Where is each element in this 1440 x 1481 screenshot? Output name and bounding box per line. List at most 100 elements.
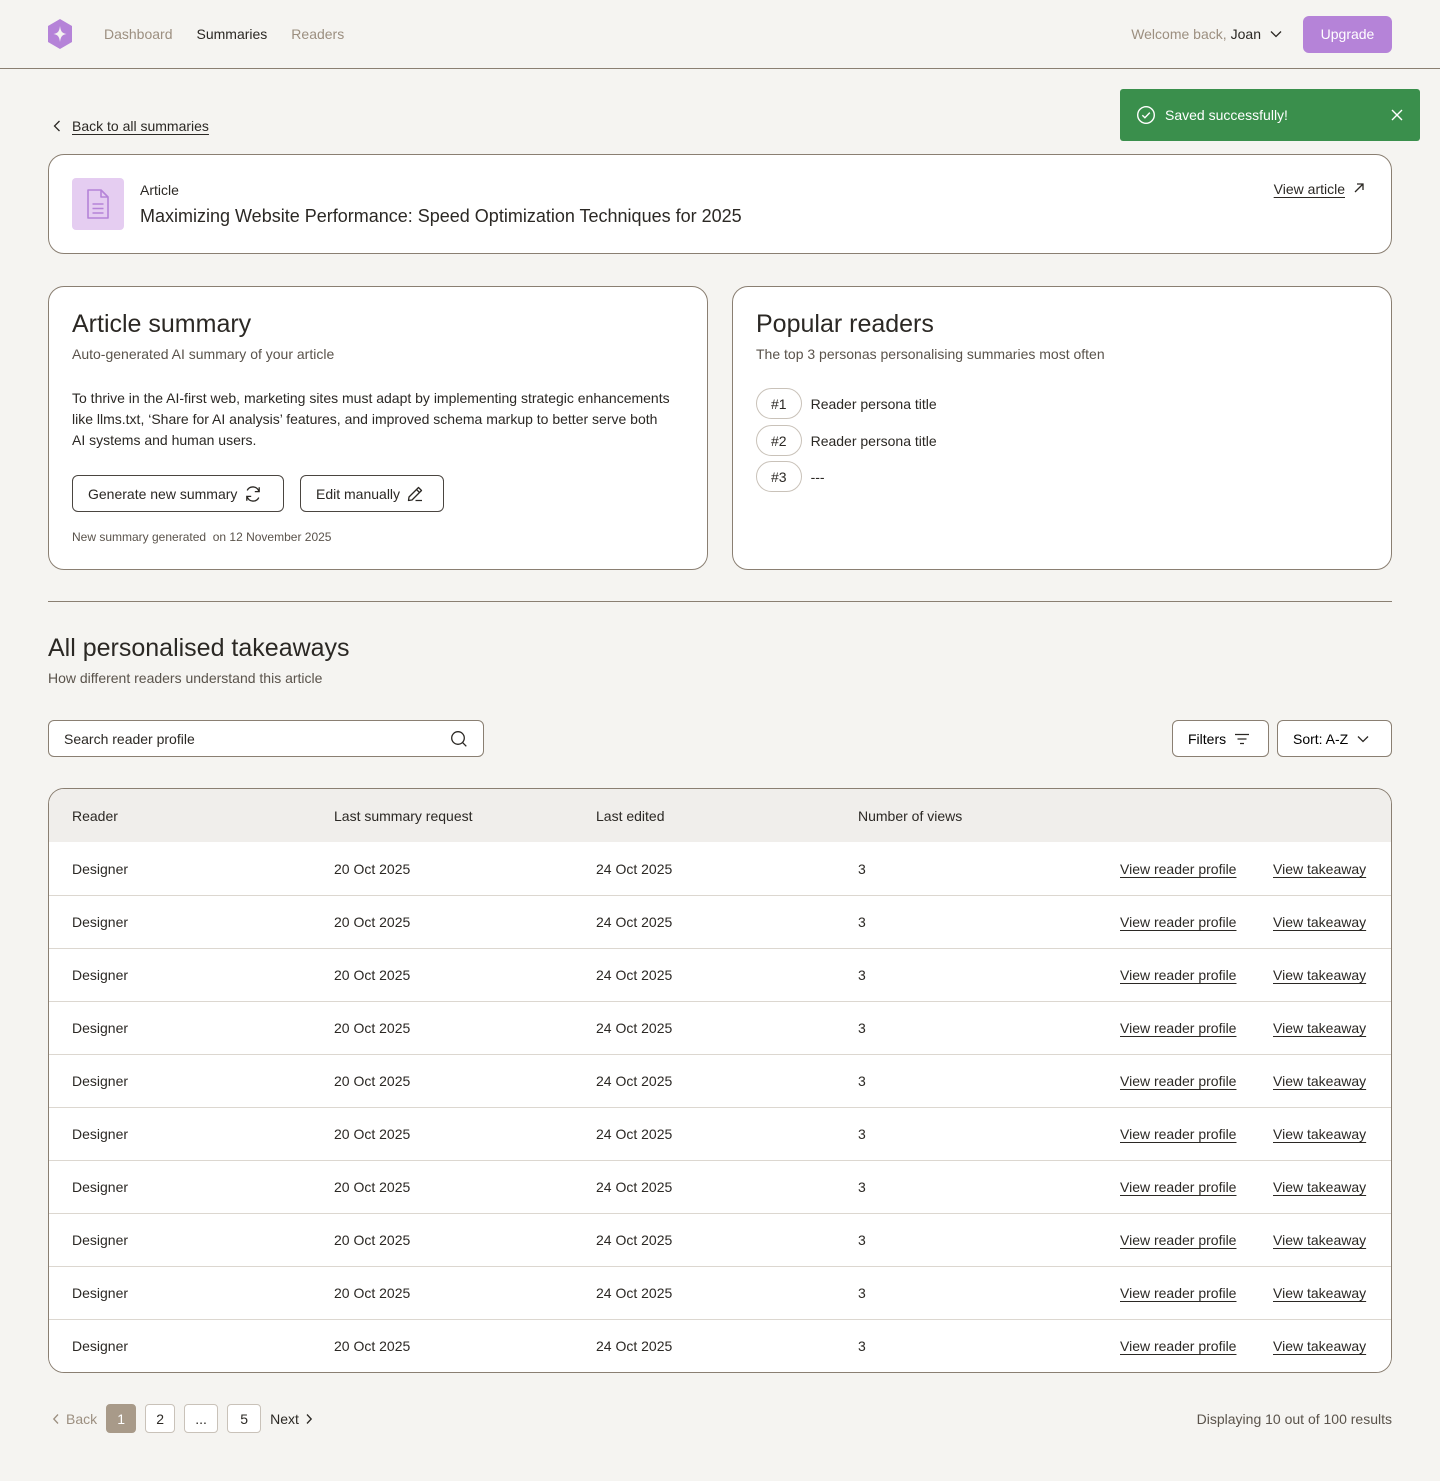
page-button-5[interactable]: 5 [227,1404,262,1433]
view-takeaway-link[interactable]: View takeaway [1273,1126,1366,1142]
table-row: Designer 20 Oct 2025 24 Oct 2025 3 View read… [49,895,1391,948]
view-takeaway-link[interactable]: View takeaway [1273,861,1366,877]
view-reader-profile-link[interactable]: View reader profile [1120,1020,1236,1036]
close-icon[interactable] [1390,108,1404,122]
back-link-label[interactable]: Back to all summaries [72,118,209,134]
page-button-1[interactable]: 1 [106,1404,137,1433]
check-circle-icon [1136,105,1156,125]
sort-button[interactable]: Sort: A-Z [1277,720,1392,757]
edit-manually-button[interactable]: Edit manually [300,475,444,512]
article-summary-card: Article summary Auto-generated AI summar… [48,286,708,570]
view-article-link[interactable]: View article [1274,181,1365,197]
takeaways-table: Reader Last summary request Last edited … [48,788,1392,1373]
pagination-back[interactable]: Back [52,1411,97,1427]
generate-summary-button[interactable]: Generate new summary [72,475,284,512]
view-reader-profile-link[interactable]: View reader profile [1120,914,1236,930]
last-edited-cell: 24 Oct 2025 [596,1073,673,1089]
last-request-cell: 20 Oct 2025 [334,1232,411,1248]
toast-message: Saved successfully! [1165,107,1288,123]
filters-button[interactable]: Filters [1172,720,1269,757]
reader-cell: Designer [72,1338,129,1354]
view-reader-profile-link[interactable]: View reader profile [1120,1126,1236,1142]
filters-label: Filters [1188,730,1227,747]
view-reader-profile-link[interactable]: View reader profile [1120,1285,1236,1301]
rank-badge: #2 [756,425,802,456]
views-cell: 3 [858,1073,866,1089]
view-takeaway-link[interactable]: View takeaway [1273,1020,1366,1036]
nav-dashboard[interactable]: Dashboard [104,26,173,42]
last-edited-cell: 24 Oct 2025 [596,1285,673,1301]
upgrade-button[interactable]: Upgrade [1303,15,1392,53]
welcome-text: Welcome back, [1131,26,1227,42]
column-header-reader[interactable]: Reader [72,808,118,824]
column-header-views[interactable]: Number of views [858,808,962,824]
table-row: Designer 20 Oct 2025 24 Oct 2025 3 View read… [49,948,1391,1001]
last-request-cell: 20 Oct 2025 [334,1073,411,1089]
last-edited-cell: 24 Oct 2025 [596,1179,673,1195]
nav-summaries[interactable]: Summaries [197,26,268,42]
refresh-icon [243,484,263,504]
view-takeaway-link[interactable]: View takeaway [1273,1179,1366,1195]
views-cell: 3 [858,1126,866,1142]
table-header: Reader Last summary request Last edited … [49,789,1391,842]
view-reader-profile-link[interactable]: View reader profile [1120,1232,1236,1248]
view-takeaway-link[interactable]: View takeaway [1273,914,1366,930]
username[interactable]: Joan [1231,26,1261,42]
back-to-summaries-link[interactable]: Back to all summaries [52,118,209,134]
last-edited-cell: 24 Oct 2025 [596,967,673,983]
table-row: Designer 20 Oct 2025 24 Oct 2025 3 View read… [49,1319,1391,1372]
view-takeaway-link[interactable]: View takeaway [1273,1285,1366,1301]
pagination-next[interactable]: Next [270,1411,313,1427]
persona-title: Reader persona title [810,395,937,412]
views-cell: 3 [858,860,866,877]
reader-cell: Designer [72,1073,129,1089]
summary-title: Article summary [72,310,252,338]
article-card: Article Maximizing Website Performance: … [48,154,1392,254]
search-icon[interactable] [450,730,468,748]
views-cell: 3 [858,967,866,983]
popular-reader-item[interactable]: #2 Reader persona title [756,425,937,456]
reader-cell: Designer [72,967,129,983]
views-cell: 3 [858,1179,866,1195]
main-nav: Dashboard Summaries Readers [104,26,344,42]
column-header-last-request[interactable]: Last summary request [334,808,473,824]
view-reader-profile-link[interactable]: View reader profile [1120,1338,1236,1354]
popular-reader-item: #3 --- [756,461,825,492]
reader-cell: Designer [72,860,129,877]
table-row: Designer 20 Oct 2025 24 Oct 2025 3 View read… [49,1160,1391,1213]
nav-readers[interactable]: Readers [291,26,344,42]
popular-reader-item[interactable]: #1 Reader persona title [756,388,937,419]
chevron-left-icon [52,119,62,133]
view-takeaway-link[interactable]: View takeaway [1273,1073,1366,1089]
view-takeaway-link[interactable]: View takeaway [1273,967,1366,983]
view-takeaway-link[interactable]: View takeaway [1273,1338,1366,1354]
view-reader-profile-link[interactable]: View reader profile [1120,1073,1236,1089]
last-request-cell: 20 Oct 2025 [334,1285,411,1301]
column-header-last-edited[interactable]: Last edited [596,808,665,824]
page-button-2[interactable]: 2 [145,1404,176,1433]
views-cell: 3 [858,1338,866,1354]
logo-icon[interactable] [48,19,72,49]
view-reader-profile-link[interactable]: View reader profile [1120,967,1236,983]
chevron-down-icon[interactable] [1269,27,1283,41]
popular-readers-card: Popular readers The top 3 personas perso… [732,286,1392,570]
reader-cell: Designer [72,1126,129,1142]
view-article-label[interactable]: View article [1274,181,1345,197]
user-area: Welcome back, Joan Upgrade [1131,15,1392,53]
persona-title: Reader persona title [810,432,937,449]
takeaways-title: All personalised takeaways [48,634,350,662]
table-body: Designer 20 Oct 2025 24 Oct 2025 3 View read… [49,842,1391,1372]
chevron-down-icon [1356,732,1370,746]
last-request-cell: 20 Oct 2025 [334,1179,411,1195]
last-edited-cell: 24 Oct 2025 [596,1232,673,1248]
views-cell: 3 [858,914,866,930]
chevron-left-icon [52,1413,60,1425]
persona-title: --- [810,468,825,485]
view-reader-profile-link[interactable]: View reader profile [1120,861,1236,877]
view-reader-profile-link[interactable]: View reader profile [1120,1179,1236,1195]
last-request-cell: 20 Oct 2025 [334,967,411,983]
view-takeaway-link[interactable]: View takeaway [1273,1232,1366,1248]
page-ellipsis: ... [184,1404,219,1433]
search-input[interactable] [64,730,450,747]
last-edited-cell: 24 Oct 2025 [596,1126,673,1142]
